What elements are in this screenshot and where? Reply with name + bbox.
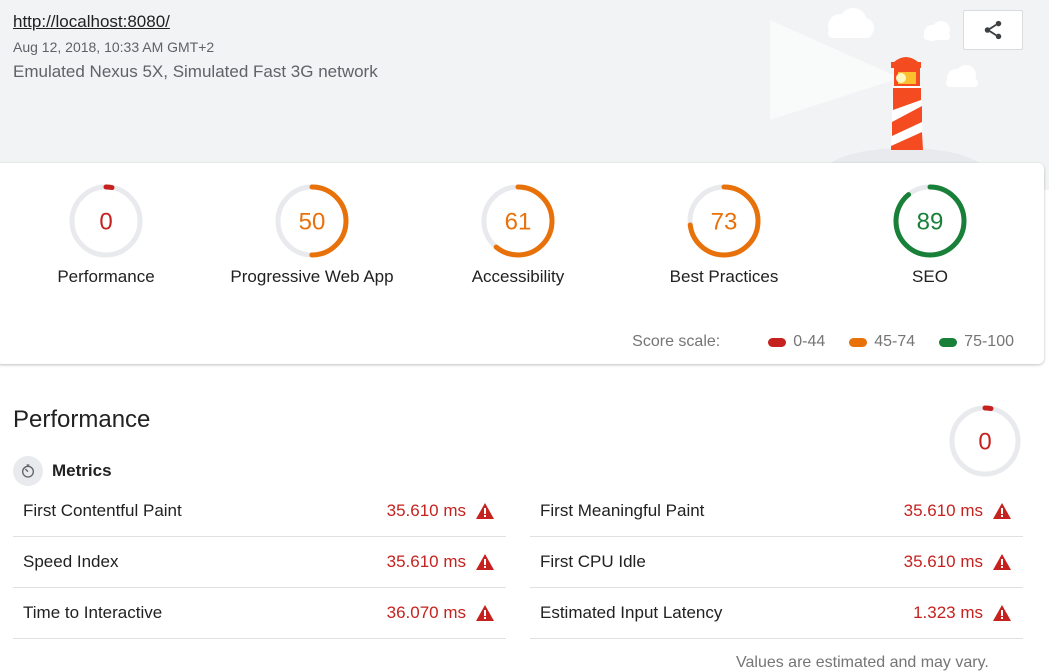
metric-value: 36.070 ms	[387, 603, 494, 623]
share-button[interactable]	[963, 10, 1023, 50]
gauge-label-accessibility: Accessibility	[471, 267, 565, 286]
metric-row: Estimated Input Latency 1.323 ms	[530, 588, 1023, 639]
gauge-performance-score: 0	[99, 209, 112, 236]
stopwatch-icon	[13, 456, 43, 486]
gauge-label-seo: SEO	[912, 267, 948, 286]
fail-dot-icon	[768, 337, 787, 347]
metric-value: 35.610 ms	[904, 501, 1011, 521]
gauge-accessibility[interactable]: 61 Accessibility	[418, 183, 618, 287]
metric-name: First Contentful Paint	[23, 501, 182, 520]
report-header: http://localhost:8080/ Aug 12, 2018, 10:…	[0, 0, 1049, 190]
performance-section-gauge[interactable]: 0	[948, 404, 1022, 478]
metric-value-text: 36.070 ms	[386, 603, 466, 622]
metric-row: First Meaningful Paint 35.610 ms	[530, 486, 1023, 537]
metric-value: 35.610 ms	[387, 552, 494, 572]
score-scale-fail-label: 0-44	[793, 333, 826, 350]
report-timestamp: Aug 12, 2018, 10:33 AM GMT+2	[13, 39, 215, 55]
metrics-header: Metrics	[13, 456, 112, 486]
score-scale-legend: Score scale: 0-44 45-74 75-100	[632, 333, 1014, 351]
performance-section-gauge-score: 0	[978, 429, 991, 456]
gauge-label-best-practices: Best Practices	[669, 267, 779, 286]
scores-summary-card: 0 Performance 50 Progressive Web App 61 Acces…	[0, 163, 1044, 364]
gauge-performance[interactable]: 0 Performance	[6, 183, 206, 287]
pass-dot-icon	[939, 337, 958, 347]
score-scale-average-label: 45-74	[874, 333, 916, 350]
lighthouse-icon	[891, 57, 923, 150]
metrics-column-right: First Meaningful Paint 35.610 ms First CPU…	[530, 486, 1023, 639]
warning-icon	[476, 554, 494, 570]
performance-section-title: Performance	[13, 406, 151, 433]
share-icon	[984, 20, 1002, 40]
metric-value-text: 35.610 ms	[903, 552, 983, 571]
score-scale-title: Score scale:	[632, 333, 721, 350]
metric-name: Time to Interactive	[23, 603, 163, 622]
score-scale-pass-label: 75-100	[964, 333, 1014, 350]
metric-value: 1.323 ms	[913, 603, 1011, 623]
metric-name: Speed Index	[23, 552, 119, 571]
report-environment: Emulated Nexus 5X, Simulated Fast 3G net…	[13, 62, 378, 81]
report-url-link[interactable]: http://localhost:8080/	[13, 12, 170, 32]
average-dot-icon	[849, 337, 868, 347]
gauge-progressive-web-app-score: 50	[299, 209, 326, 236]
gauge-seo[interactable]: 89 SEO	[830, 183, 1030, 287]
warning-icon	[476, 503, 494, 519]
metric-value: 35.610 ms	[904, 552, 1011, 572]
gauge-label-performance: Performance	[57, 267, 155, 286]
metric-value: 35.610 ms	[387, 501, 494, 521]
warning-icon	[476, 605, 494, 621]
score-scale-average: 45-74	[849, 333, 915, 351]
gauge-best-practices[interactable]: 73 Best Practices	[624, 183, 824, 287]
metric-name: First CPU Idle	[540, 552, 646, 571]
metric-name: First Meaningful Paint	[540, 501, 705, 520]
score-scale-fail: 0-44	[768, 333, 825, 351]
warning-icon	[993, 605, 1011, 621]
metrics-label: Metrics	[52, 461, 112, 480]
score-scale-pass: 75-100	[939, 333, 1014, 351]
metric-value-text: 35.610 ms	[386, 501, 466, 520]
metric-value-text: 1.323 ms	[913, 603, 983, 622]
metric-row: First Contentful Paint 35.610 ms	[13, 486, 506, 537]
warning-icon	[993, 554, 1011, 570]
metric-name: Estimated Input Latency	[540, 603, 723, 622]
gauge-label-progressive-web-app: Progressive Web App	[230, 267, 394, 286]
metric-row: Speed Index 35.610 ms	[13, 537, 506, 588]
metric-value-text: 35.610 ms	[903, 501, 983, 520]
metric-row: First CPU Idle 35.610 ms	[530, 537, 1023, 588]
gauge-best-practices-score: 73	[711, 209, 738, 236]
metric-row: Time to Interactive 36.070 ms	[13, 588, 506, 639]
metrics-footnote: Values are estimated and may vary.	[736, 654, 989, 671]
metric-value-text: 35.610 ms	[386, 552, 466, 571]
metrics-column-left: First Contentful Paint 35.610 ms Speed Ind…	[13, 486, 506, 639]
gauge-accessibility-score: 61	[505, 209, 532, 236]
gauge-progressive-web-app[interactable]: 50 Progressive Web App	[212, 183, 412, 287]
gauge-seo-score: 89	[917, 209, 944, 236]
warning-icon	[993, 503, 1011, 519]
